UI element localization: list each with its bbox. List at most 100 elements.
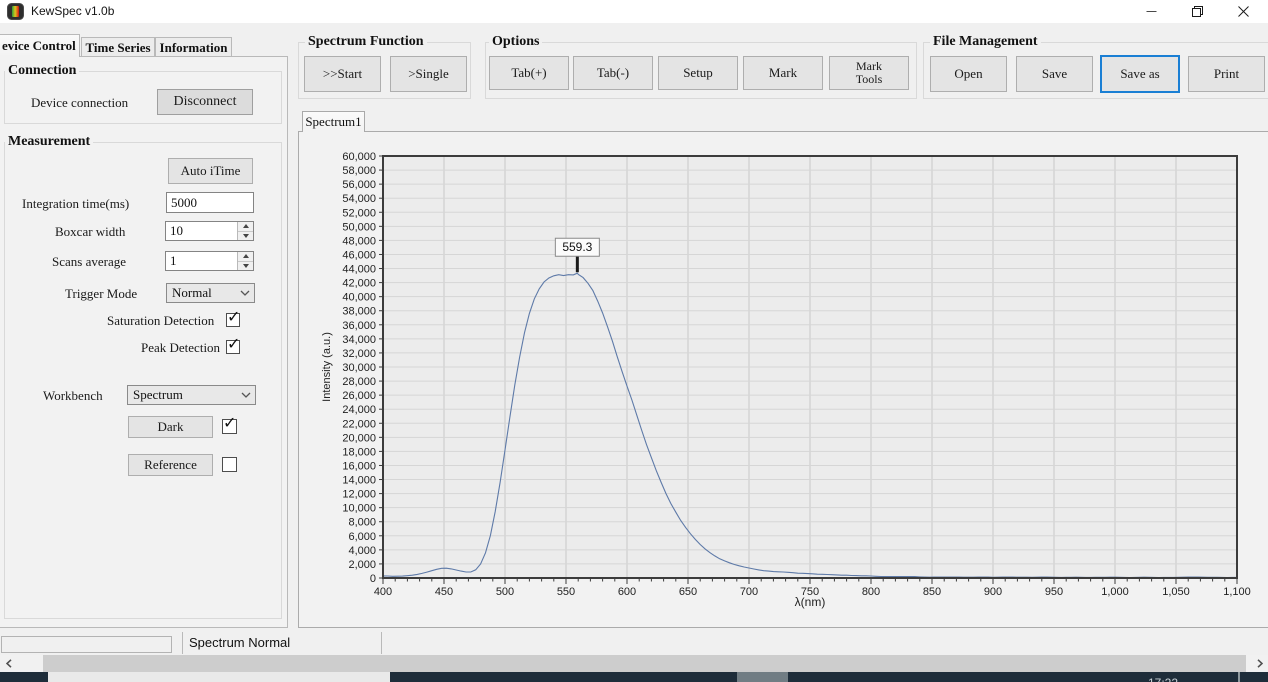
close-button[interactable] (1220, 0, 1266, 23)
spectrum-function-title: Spectrum Function (305, 34, 427, 50)
minimize-button[interactable] (1128, 0, 1174, 23)
workbench-label: Workbench (43, 388, 103, 404)
start-button[interactable]: >>Start (304, 56, 381, 92)
print-button[interactable]: Print (1188, 56, 1265, 92)
app-icon (7, 3, 24, 20)
taskbar-app-button[interactable] (48, 672, 390, 682)
trigger-mode-label: Trigger Mode (65, 286, 137, 302)
single-button[interactable]: >Single (390, 56, 467, 92)
restore-icon (1192, 6, 1203, 17)
spin-down-icon (243, 234, 249, 238)
connection-group-title: Connection (5, 63, 79, 79)
y-tick-label: 46,000 (342, 249, 376, 261)
y-tick-label: 12,000 (342, 489, 376, 501)
peak-detection-checkbox[interactable]: ✓ (226, 340, 240, 354)
save-as-button[interactable]: Save as (1100, 55, 1180, 93)
tab-plus-button[interactable]: Tab(+) (489, 56, 569, 90)
tab-time-series-label: Time Series (85, 40, 150, 56)
mark-tools-button[interactable]: Mark Tools (829, 56, 909, 90)
dark-button[interactable]: Dark (128, 416, 213, 438)
spin-up-icon (243, 224, 249, 228)
trigger-mode-combobox[interactable]: Normal (166, 283, 255, 303)
y-tick-label: 26,000 (342, 390, 376, 402)
scans-spin-arrows (237, 252, 253, 270)
boxcar-spin-up[interactable] (238, 222, 253, 232)
disconnect-button[interactable]: Disconnect (157, 89, 253, 115)
y-tick-label: 2,000 (348, 559, 376, 571)
y-tick-label: 18,000 (342, 446, 376, 458)
boxcar-width-spinbox[interactable]: 10 (165, 221, 254, 241)
setup-button[interactable]: Setup (658, 56, 738, 90)
save-button[interactable]: Save (1016, 56, 1093, 92)
y-tick-label: 14,000 (342, 475, 376, 487)
mark-button[interactable]: Mark (743, 56, 823, 90)
peak-detection-label: Peak Detection (141, 340, 220, 356)
y-tick-label: 58,000 (342, 165, 376, 177)
close-icon (1238, 6, 1249, 17)
title-bar: KewSpec v1.0b (0, 0, 1268, 23)
y-tick-label: 54,000 (342, 193, 376, 205)
application-window: KewSpec v1.0b evice Control Time Series … (0, 0, 1268, 682)
tab-information[interactable]: Information (155, 37, 232, 57)
horizontal-scrollbar[interactable] (0, 655, 1268, 672)
integration-time-label: Integration time(ms) (22, 196, 129, 212)
tab-device-control-label: evice Control (2, 38, 76, 54)
scans-spin-up[interactable] (238, 252, 253, 262)
tab-device-control[interactable]: evice Control (0, 34, 80, 57)
y-tick-label: 40,000 (342, 292, 376, 304)
integration-time-input[interactable]: 5000 (166, 192, 254, 213)
device-control-pane: Connection Device connection Disconnect … (0, 56, 288, 628)
reference-button[interactable]: Reference (128, 454, 213, 476)
y-tick-label: 10,000 (342, 503, 376, 515)
boxcar-spin-down[interactable] (238, 232, 253, 241)
scans-average-spinbox[interactable]: 1 (165, 251, 254, 271)
x-tick-label: 1,050 (1162, 586, 1190, 598)
saturation-detection-label: Saturation Detection (107, 313, 214, 329)
y-tick-label: 36,000 (342, 320, 376, 332)
taskbar-app-button-2[interactable] (737, 672, 788, 682)
tab-information-label: Information (160, 40, 228, 56)
status-bar: Spectrum Normal (0, 630, 1268, 655)
scans-average-label: Scans average (52, 254, 126, 270)
auto-itime-button[interactable]: Auto iTime (168, 158, 253, 184)
spectrum-chart[interactable]: 4004505005506006507007508008509009501,00… (300, 133, 1268, 625)
workbench-value: Spectrum (133, 386, 183, 404)
y-tick-label: 52,000 (342, 207, 376, 219)
scroll-left-button[interactable] (0, 655, 17, 672)
windows-taskbar[interactable]: 17:22 (0, 672, 1268, 682)
x-tick-label: 500 (496, 586, 514, 598)
x-tick-label: 1,000 (1101, 586, 1129, 598)
x-tick-label: 950 (1045, 586, 1063, 598)
y-tick-label: 22,000 (342, 418, 376, 430)
scans-spin-down[interactable] (238, 262, 253, 271)
reference-checkbox[interactable] (222, 457, 237, 472)
measurement-group-title: Measurement (5, 134, 93, 150)
taskbar-clock: 17:22 (1148, 676, 1218, 682)
status-separator (381, 632, 382, 654)
y-tick-label: 32,000 (342, 348, 376, 360)
scans-average-value: 1 (170, 252, 177, 270)
x-tick-label: 650 (679, 586, 697, 598)
show-desktop-divider (1238, 672, 1240, 682)
tab-time-series[interactable]: Time Series (81, 37, 155, 57)
minimize-icon (1146, 6, 1157, 17)
x-tick-label: 800 (862, 586, 880, 598)
tab-spectrum1[interactable]: Spectrum1 (302, 111, 365, 132)
y-axis-title: Intensity (a.u.) (321, 332, 333, 402)
restore-button[interactable] (1174, 0, 1220, 23)
spin-down-icon (243, 264, 249, 268)
check-icon: ✓ (223, 415, 236, 431)
workbench-combobox[interactable]: Spectrum (127, 385, 256, 405)
arrow-right-icon (1257, 659, 1263, 668)
tab-minus-button[interactable]: Tab(-) (573, 56, 653, 90)
saturation-detection-checkbox[interactable]: ✓ (226, 313, 240, 327)
check-icon: ✓ (227, 309, 240, 325)
x-tick-label: 900 (984, 586, 1002, 598)
y-tick-label: 60,000 (342, 151, 376, 163)
open-button[interactable]: Open (930, 56, 1007, 92)
scrollbar-thumb[interactable] (43, 655, 1246, 672)
y-tick-label: 56,000 (342, 179, 376, 191)
scroll-right-button[interactable] (1251, 655, 1268, 672)
dark-checkbox[interactable]: ✓ (222, 419, 237, 434)
status-progress-bar (1, 636, 172, 653)
